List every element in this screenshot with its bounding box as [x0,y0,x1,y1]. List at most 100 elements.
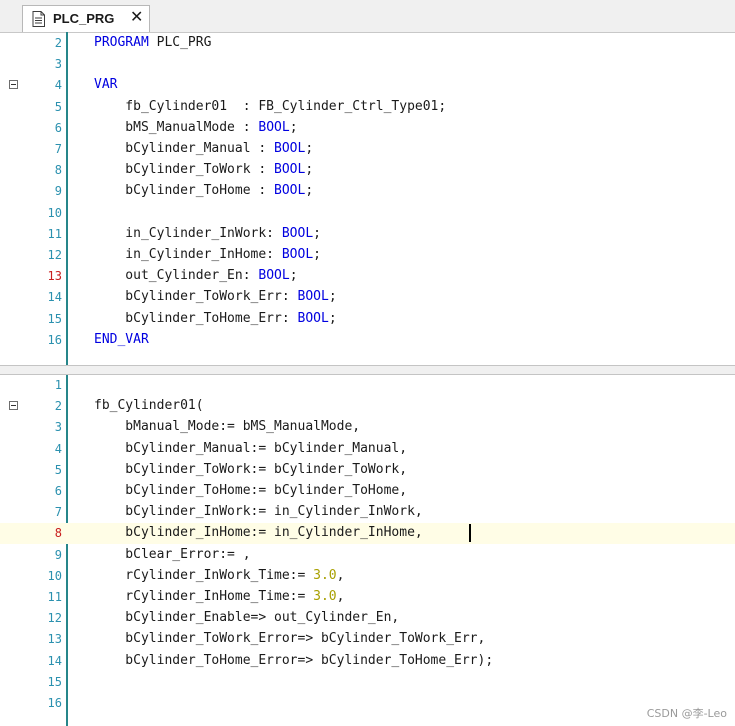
code-line[interactable]: 9 bClear_Error:= , [0,545,735,566]
code-line[interactable]: 8 bCylinder_InHome:= in_Cylinder_InHome, [0,523,735,545]
line-number: 3 [54,57,62,72]
line-number: 14 [47,290,62,305]
code-text[interactable]: fb_Cylinder01 : FB_Cylinder_Ctrl_Type01; [94,99,446,114]
code-line[interactable]: 10 rCylinder_InWork_Time:= 3.0, [0,566,735,587]
line-number: 16 [47,332,62,347]
code-line[interactable]: 12 in_Cylinder_InHome: BOOL; [0,245,735,266]
line-number: 8 [54,526,62,541]
line-number: 6 [54,484,62,498]
code-line[interactable]: 5 fb_Cylinder01 : FB_Cylinder_Ctrl_Type0… [0,97,735,118]
line-number: 15 [47,674,62,689]
code-line[interactable]: 16 [0,693,735,714]
line-number: 1 [54,378,62,392]
code-line[interactable]: 3 [0,54,735,75]
code-line[interactable]: 14 bCylinder_ToWork_Err: BOOL; [0,287,735,308]
text-caret [469,524,471,543]
line-number: 9 [54,547,62,562]
code-text[interactable]: bCylinder_ToWork_Err: BOOL; [94,289,336,304]
code-text[interactable]: in_Cylinder_InHome: BOOL; [94,247,321,262]
tab-plc-prg[interactable]: PLC_PRG ✕ [22,5,150,32]
declaration-editor[interactable]: 2 PROGRAM PLC_PRG 3 4 VAR 5 fb_Cylinder01 : F… [0,32,735,365]
code-text[interactable]: bCylinder_ToHome : BOOL; [94,183,313,198]
code-text[interactable]: in_Cylinder_InWork: BOOL; [94,226,321,241]
line-number: 16 [47,696,62,710]
code-line[interactable]: 5 bCylinder_ToWork:= bCylinder_ToWork, [0,460,735,481]
code-line[interactable]: 4 VAR [0,75,735,96]
code-text[interactable]: bMS_ManualMode : BOOL; [94,120,297,135]
code-line[interactable]: 15 bCylinder_ToHome_Err: BOOL; [0,309,735,330]
line-number: 13 [47,632,62,647]
code-text[interactable]: PROGRAM PLC_PRG [94,35,211,50]
code-text[interactable]: bCylinder_ToWork:= bCylinder_ToWork, [94,462,407,477]
code-line[interactable]: 13 out_Cylinder_En: BOOL; [0,266,735,287]
line-number: 3 [54,420,62,435]
code-line[interactable]: 6 bMS_ManualMode : BOOL; [0,118,735,139]
line-number: 10 [47,205,62,220]
line-number: 5 [54,99,62,114]
collapse-icon[interactable] [9,80,18,90]
code-text[interactable]: VAR [94,77,117,92]
code-line[interactable]: 16 END_VAR [0,330,735,351]
line-number: 7 [54,142,62,156]
code-line[interactable]: 12 bCylinder_Enable=> out_Cylinder_En, [0,608,735,629]
code-text[interactable]: bClear_Error:= , [94,547,250,562]
code-line[interactable]: 15 [0,672,735,693]
code-text[interactable]: bCylinder_Manual:= bCylinder_Manual, [94,441,407,456]
line-number: 2 [54,36,62,50]
code-line[interactable]: 7 bCylinder_InWork:= in_Cylinder_InWork, [0,502,735,523]
document-icon [32,11,45,27]
code-text[interactable]: bCylinder_InHome:= in_Cylinder_InHome, [94,525,422,540]
code-text[interactable]: bCylinder_Enable=> out_Cylinder_En, [94,610,399,625]
code-text[interactable]: fb_Cylinder01( [94,398,204,413]
code-line[interactable]: 6 bCylinder_ToHome:= bCylinder_ToHome, [0,481,735,502]
line-number: 4 [54,441,62,456]
line-number: 13 [47,269,62,284]
line-number: 7 [54,505,62,520]
tab-title: PLC_PRG [53,11,115,26]
code-line[interactable]: 11 rCylinder_InHome_Time:= 3.0, [0,587,735,608]
close-icon[interactable]: ✕ [130,8,143,28]
line-number: 14 [47,653,62,668]
code-text[interactable]: bManual_Mode:= bMS_ManualMode, [94,419,360,434]
line-number: 4 [54,78,62,93]
code-line[interactable]: 14 bCylinder_ToHome_Error=> bCylinder_To… [0,651,735,672]
code-text[interactable]: bCylinder_ToHome:= bCylinder_ToHome, [94,483,407,498]
implementation-editor[interactable]: 1 2 fb_Cylinder01(3 bManual_Mode:= bMS_Man… [0,375,735,726]
line-number: 11 [47,226,62,241]
code-text[interactable]: bCylinder_Manual : BOOL; [94,141,313,156]
line-number: 8 [54,163,62,178]
code-line[interactable]: 2 fb_Cylinder01( [0,396,735,417]
code-line[interactable]: 7 bCylinder_Manual : BOOL; [0,139,735,160]
code-text[interactable]: END_VAR [94,332,149,347]
code-text[interactable]: bCylinder_InWork:= in_Cylinder_InWork, [94,504,422,519]
code-text[interactable]: out_Cylinder_En: BOOL; [94,268,297,283]
code-line[interactable]: 8 bCylinder_ToWork : BOOL; [0,160,735,181]
line-number: 12 [47,611,62,626]
collapse-icon[interactable] [9,401,18,411]
code-text[interactable]: bCylinder_ToHome_Error=> bCylinder_ToHom… [94,653,493,668]
line-number: 12 [47,248,62,262]
code-line[interactable]: 3 bManual_Mode:= bMS_ManualMode, [0,417,735,438]
code-text[interactable]: bCylinder_ToHome_Err: BOOL; [94,311,336,326]
line-number: 9 [54,184,62,199]
line-number: 5 [54,462,62,477]
code-line[interactable]: 11 in_Cylinder_InWork: BOOL; [0,224,735,245]
line-number: 11 [47,590,62,604]
editor-splitter[interactable] [0,365,735,375]
tab-bar: PLC_PRG ✕ [0,0,735,33]
code-line[interactable]: 1 [0,375,735,396]
line-number: 15 [47,311,62,326]
code-text[interactable]: bCylinder_ToWork_Error=> bCylinder_ToWor… [94,631,485,646]
code-line[interactable]: 10 [0,203,735,224]
code-text[interactable]: rCylinder_InHome_Time:= 3.0, [94,589,344,604]
code-line[interactable]: 9 bCylinder_ToHome : BOOL; [0,181,735,202]
code-text[interactable]: rCylinder_InWork_Time:= 3.0, [94,568,344,583]
line-number: 6 [54,120,62,135]
watermark: CSDN @李-Leo [646,707,727,720]
code-line[interactable]: 4 bCylinder_Manual:= bCylinder_Manual, [0,439,735,460]
code-text[interactable]: bCylinder_ToWork : BOOL; [94,162,313,177]
line-number: 10 [47,568,62,583]
code-line[interactable]: 2 PROGRAM PLC_PRG [0,33,735,54]
line-number: 2 [54,399,62,414]
code-line[interactable]: 13 bCylinder_ToWork_Error=> bCylinder_To… [0,629,735,650]
